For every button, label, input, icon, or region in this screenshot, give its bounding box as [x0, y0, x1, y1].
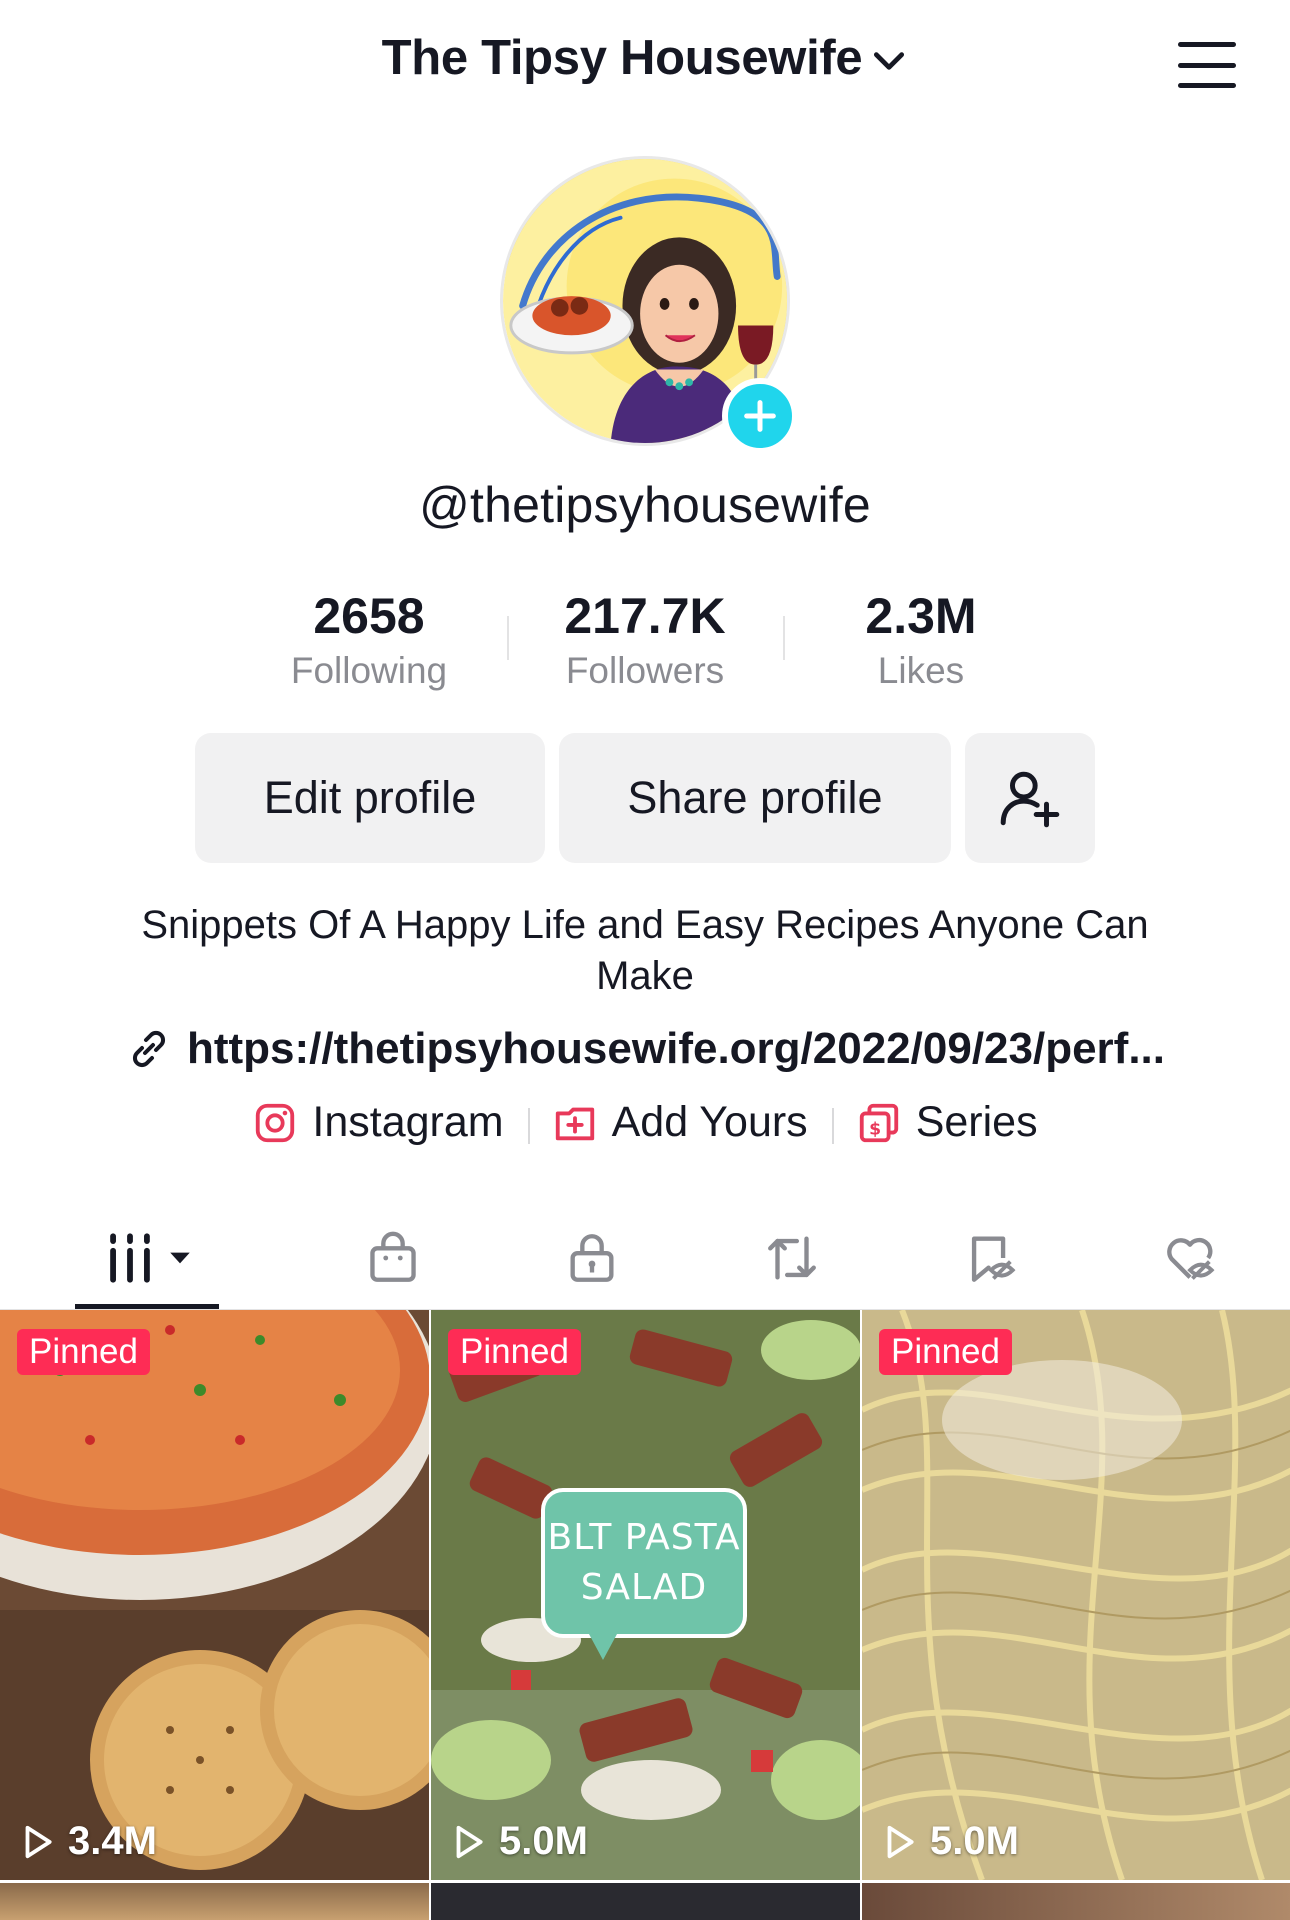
link-text: https://thetipsyhousewife.org/2022/09/23… [186, 1024, 1166, 1073]
add-yours-icon [555, 1107, 594, 1140]
view-count-value: 3.4M [68, 1819, 157, 1863]
stat-label: Following [290, 650, 448, 691]
stat-value: 217.7K [564, 588, 726, 644]
account-switcher[interactable]: The Tipsy Housewife [0, 30, 1290, 86]
pinned-badge: Pinned [17, 1329, 150, 1375]
liked-hidden-icon [1167, 1237, 1215, 1280]
play-icon [887, 1825, 914, 1858]
series-link[interactable]: $ Series [831, 1098, 1062, 1147]
sticker-line: SALAD [580, 1567, 708, 1608]
video-grid-row-partial [0, 1883, 1290, 1920]
hamburger-menu-icon[interactable] [1178, 42, 1236, 88]
avatar[interactable] [500, 156, 798, 454]
social-links: Instagram Add Yours $ Series [0, 1098, 1290, 1147]
view-count: 5.0M [880, 1819, 1019, 1864]
stat-label: Likes [877, 650, 965, 691]
add-yours-label: Add Yours [611, 1098, 808, 1146]
share-profile-button[interactable]: Share profile [559, 733, 951, 863]
add-yours-link[interactable]: Add Yours [527, 1098, 832, 1147]
add-friends-button[interactable] [965, 733, 1095, 863]
video-sticker: BLT PASTA SALAD [541, 1488, 747, 1660]
tab-videos[interactable] [0, 1206, 293, 1309]
private-lock-icon [570, 1233, 614, 1282]
video-thumbnail [862, 1310, 1290, 1880]
stat-following[interactable]: 2658 Following [231, 586, 507, 696]
pinned-badge: Pinned [448, 1329, 581, 1375]
video-tile-partial[interactable] [431, 1883, 860, 1920]
reposts-icon [767, 1235, 816, 1280]
profile-bio: Snippets Of A Happy Life and Easy Recipe… [141, 903, 1149, 998]
profile-header: The Tipsy Housewife [0, 0, 1290, 130]
series-label: Series [915, 1098, 1038, 1146]
video-tile[interactable]: BLT PASTA SALAD Pinned 5.0M [431, 1310, 860, 1880]
profile-link[interactable]: https://thetipsyhousewife.org/2022/09/23… [0, 1024, 1290, 1074]
svg-text:$: $ [869, 1119, 881, 1139]
pinned-badge: Pinned [879, 1329, 1012, 1375]
video-tile[interactable]: Pinned 3.4M [0, 1310, 429, 1880]
play-icon [25, 1825, 52, 1858]
view-count-value: 5.0M [930, 1819, 1019, 1863]
view-count: 5.0M [449, 1819, 588, 1864]
stat-value: 2.3M [865, 588, 977, 644]
series-icon: $ [859, 1103, 898, 1142]
profile-stats: 2658 Following 217.7K Followers 2.3M Lik… [230, 586, 1060, 696]
tab-reposts[interactable] [692, 1206, 891, 1309]
tab-favorites[interactable] [891, 1206, 1090, 1309]
sticker-line: BLT PASTA [547, 1517, 741, 1558]
shop-bag-icon [370, 1231, 416, 1282]
tab-private[interactable] [492, 1206, 691, 1309]
stat-label: Followers [565, 650, 725, 691]
chevron-down-icon [874, 52, 905, 70]
account-name: The Tipsy Housewife [381, 31, 863, 85]
profile-actions: Edit profile Share profile [195, 733, 1095, 863]
video-thumbnail [0, 1310, 429, 1880]
favorites-hidden-icon [971, 1235, 1016, 1282]
link-icon [132, 1030, 166, 1068]
tab-shop[interactable] [293, 1206, 492, 1309]
view-count: 3.4M [18, 1819, 157, 1864]
add-avatar-button[interactable] [722, 378, 798, 454]
stat-likes[interactable]: 2.3M Likes [783, 586, 1059, 696]
video-tile-partial[interactable] [0, 1883, 429, 1920]
videos-grid-icon [109, 1232, 150, 1283]
add-user-icon [1000, 771, 1060, 828]
instagram-link[interactable]: Instagram [228, 1098, 527, 1147]
instagram-label: Instagram [312, 1098, 504, 1146]
view-count-value: 5.0M [499, 1819, 588, 1863]
edit-profile-button[interactable]: Edit profile [195, 733, 545, 863]
stat-value: 2658 [313, 588, 425, 644]
video-grid: Pinned 3.4M BLT PASTA SALAD Pinned 5.0M … [0, 1310, 1290, 1880]
video-tile[interactable]: Pinned 5.0M [862, 1310, 1290, 1880]
username: @thetipsyhousewife [419, 477, 871, 533]
stat-followers[interactable]: 217.7K Followers [507, 586, 783, 696]
play-icon [456, 1825, 483, 1858]
profile-tabs [0, 1206, 1290, 1310]
caret-down-icon [169, 1252, 190, 1263]
tab-liked[interactable] [1091, 1206, 1290, 1309]
video-tile-partial[interactable] [862, 1883, 1290, 1920]
instagram-icon [256, 1103, 295, 1142]
plus-icon [744, 400, 776, 432]
